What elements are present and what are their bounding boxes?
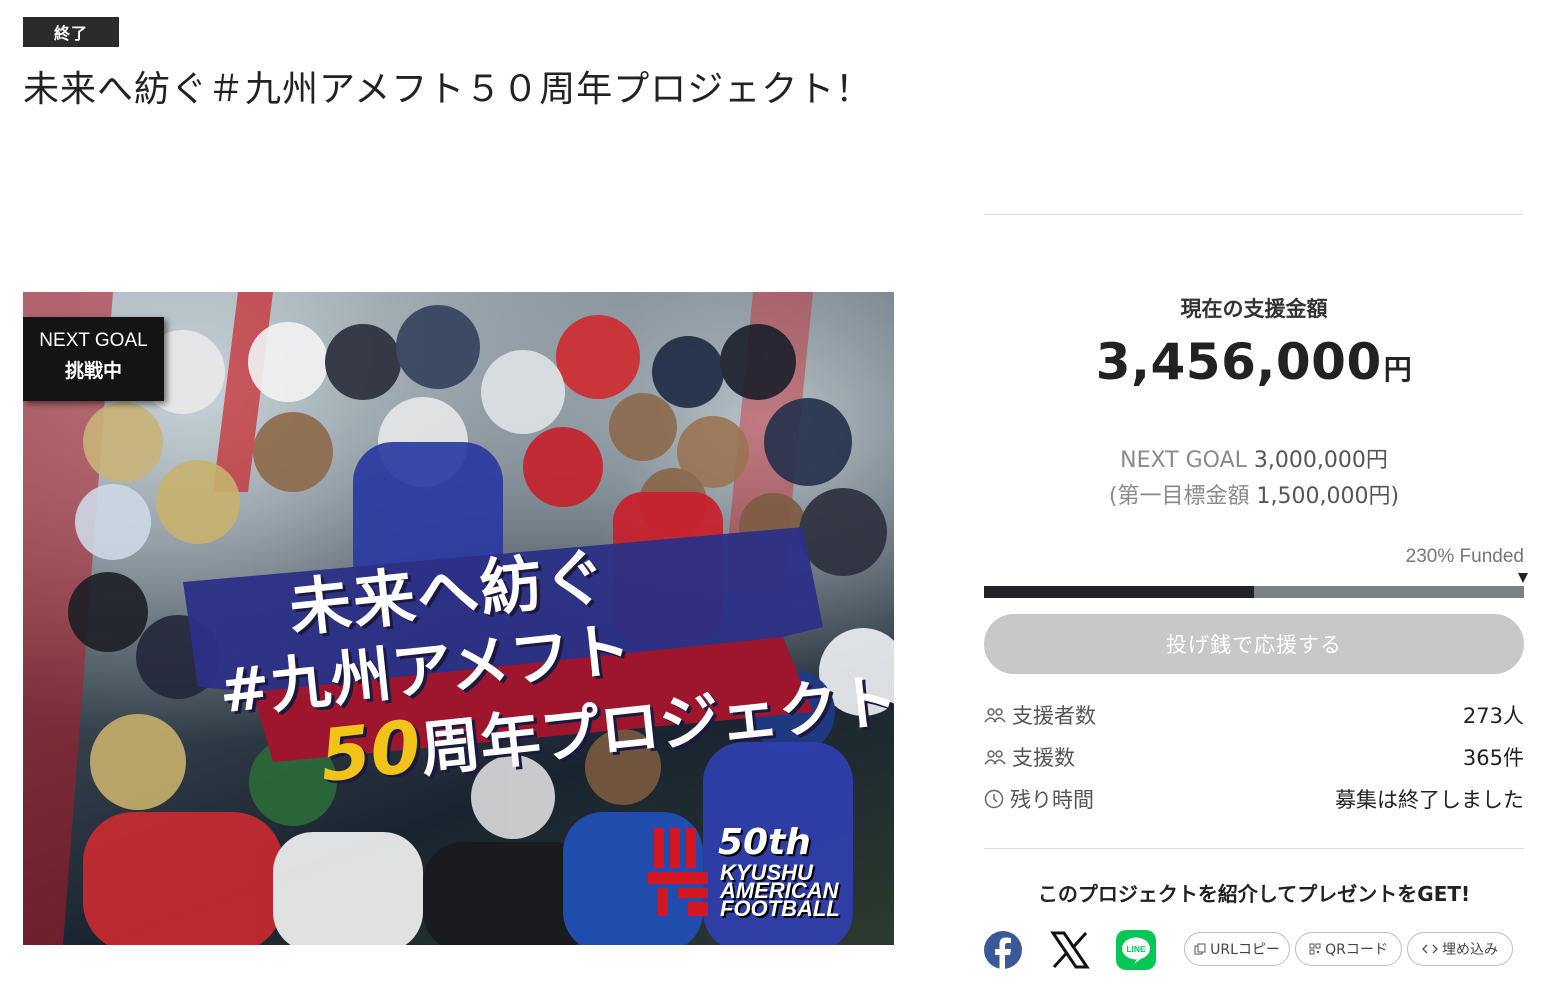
stat-label-supports: 支援数 — [1012, 746, 1075, 770]
project-hero-image: NEXT GOAL 挑戦中 未来へ紡ぐ #九州アメフト 50周年プロジェクト 5… — [23, 292, 894, 945]
next-goal-label: NEXT GOAL — [1120, 448, 1247, 473]
status-badge: 終了 — [23, 17, 119, 47]
goal-marker-icon — [1518, 573, 1528, 583]
logo-mark-icon — [648, 828, 708, 916]
clock-icon — [984, 789, 1004, 809]
support-button[interactable]: 投げ銭で応援する — [984, 614, 1524, 674]
page-title: 未来へ紡ぐ＃九州アメフト５０周年プロジェクト！ — [23, 69, 873, 110]
people-icon — [984, 708, 1006, 723]
share-title: このプロジェクトを紹介してプレゼントをGET! — [1037, 882, 1471, 906]
logo-50th: 50th — [718, 822, 811, 863]
code-icon — [1422, 944, 1438, 954]
stat-value-supporters: 273人 — [1462, 704, 1524, 728]
people-icon — [984, 750, 1006, 765]
funding-progress-bar — [984, 586, 1524, 598]
stat-row-time-left: 残り時間 募集は終了しました — [984, 784, 1524, 814]
line-icon[interactable]: LINE — [1116, 930, 1156, 970]
qr-code-button[interactable]: QRコード — [1295, 932, 1402, 966]
currency-unit: 円 — [1383, 353, 1413, 386]
raised-amount-value: 3,456,000 — [1095, 333, 1382, 391]
stat-value-time-left: 募集は終了しました — [1335, 788, 1524, 812]
first-goal-amount: 1,500,000円) — [1256, 484, 1400, 509]
hero-anniversary-number: 50 — [316, 704, 425, 799]
funding-progress-fill — [984, 586, 1254, 598]
x-twitter-icon[interactable] — [1050, 930, 1090, 970]
copy-icon — [1194, 943, 1206, 955]
first-goal-line: (第一目標金額 1,500,000円) — [984, 479, 1524, 515]
svg-text:LINE: LINE — [1126, 944, 1146, 954]
logo-football: FOOTBALL — [720, 896, 840, 921]
stat-row-supporters: 支援者数 273人 — [984, 700, 1524, 730]
stat-row-supports: 支援数 365件 — [984, 742, 1524, 772]
qr-code-icon — [1309, 943, 1321, 955]
copy-url-label: URLコピー — [1210, 942, 1280, 958]
goal-info: NEXT GOAL 3,000,000円 (第一目標金額 1,500,000円) — [984, 443, 1524, 515]
raised-amount: 3,456,000円 — [984, 333, 1524, 391]
embed-button[interactable]: 埋め込み — [1407, 932, 1513, 966]
stat-value-supports: 365件 — [1462, 746, 1524, 770]
divider — [984, 848, 1524, 849]
raised-amount-label: 現在の支援金額 — [1180, 297, 1328, 321]
stat-label-time-left: 残り時間 — [1010, 788, 1094, 812]
funded-percentage: 230% Funded — [1405, 546, 1524, 567]
facebook-icon[interactable] — [983, 930, 1023, 970]
next-goal-amount: 3,000,000円 — [1253, 448, 1388, 473]
first-goal-label: (第一目標金額 — [1108, 484, 1250, 509]
embed-label: 埋め込み — [1442, 942, 1498, 958]
stat-label-supporters: 支援者数 — [1012, 704, 1096, 728]
next-goal-line: NEXT GOAL 3,000,000円 — [984, 443, 1524, 479]
kyushu-football-logo: 50th KYUSHU AMERICAN FOOTBALL — [648, 822, 873, 922]
qr-code-label: QRコード — [1325, 942, 1388, 958]
divider — [984, 214, 1524, 215]
copy-url-button[interactable]: URLコピー — [1184, 932, 1290, 966]
